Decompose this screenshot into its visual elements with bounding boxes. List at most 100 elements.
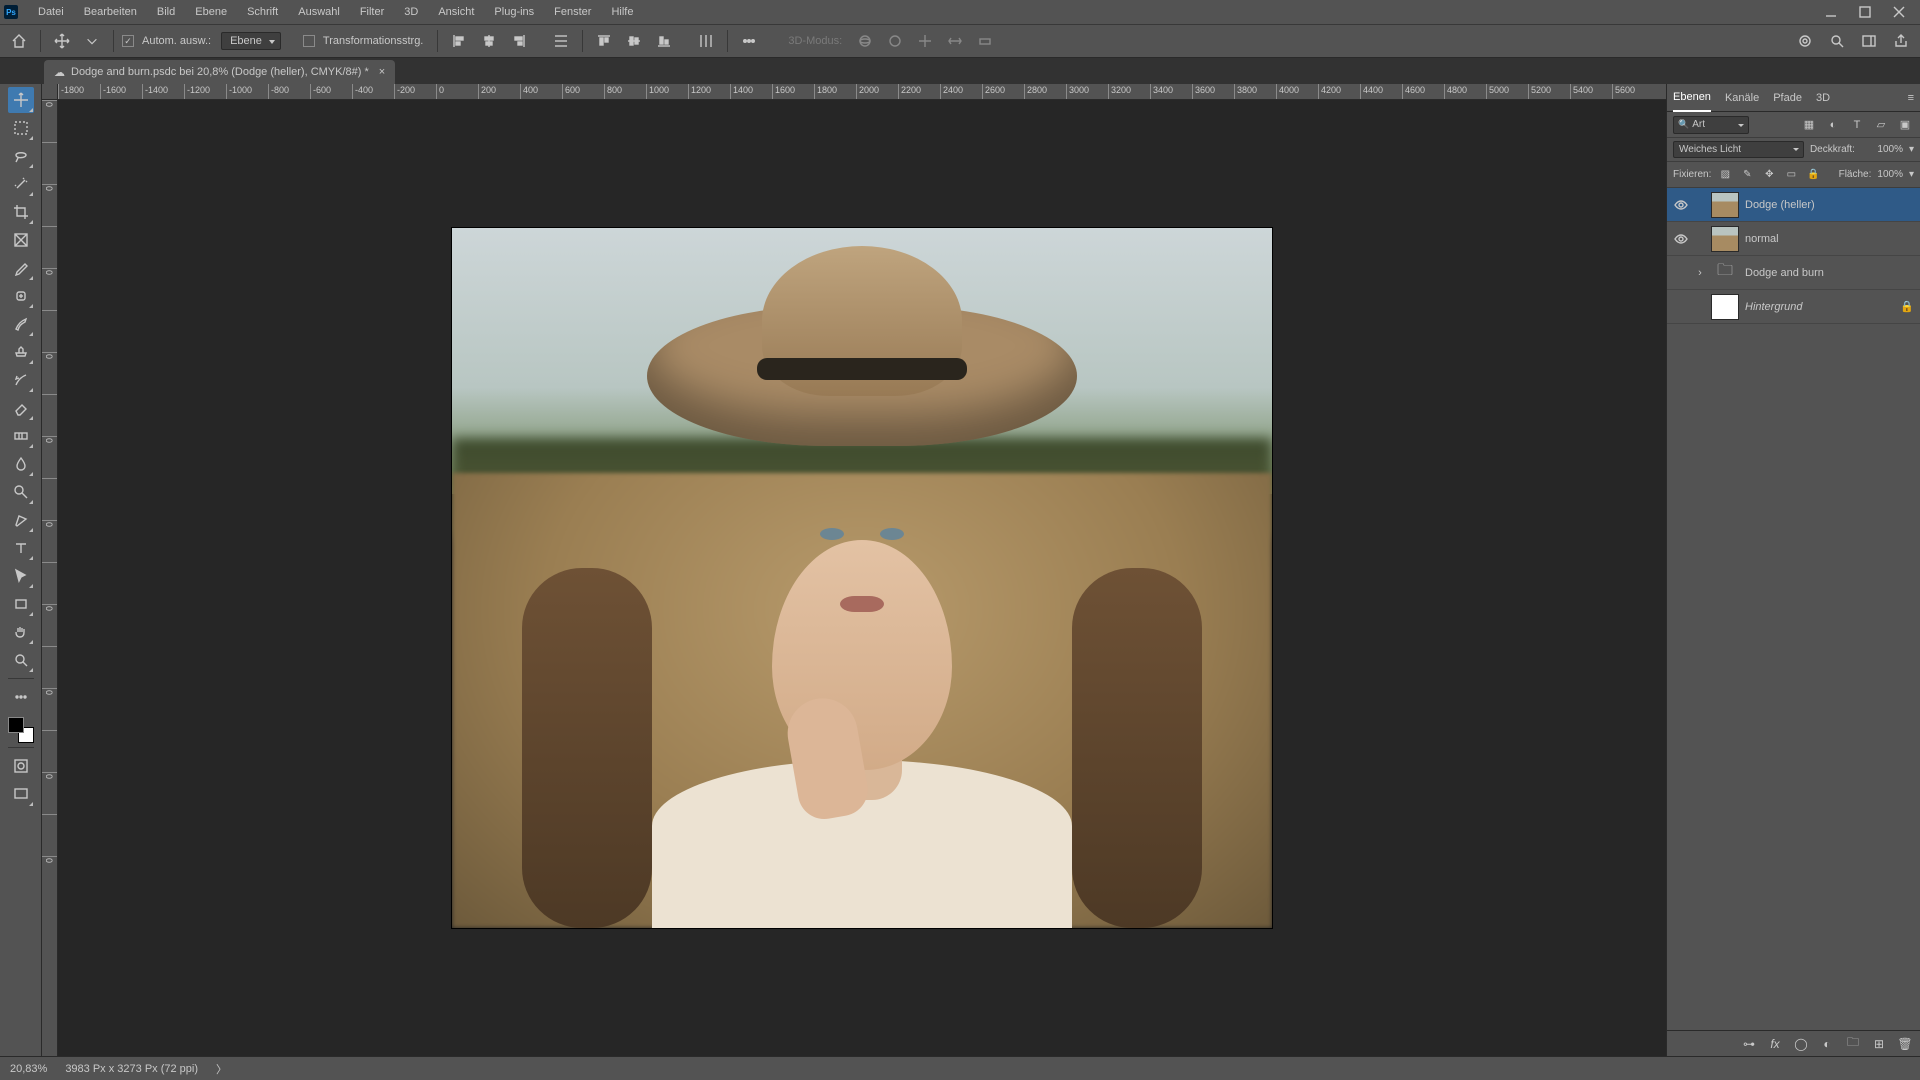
blur-tool[interactable] <box>8 451 34 477</box>
lock-transparency-icon[interactable]: ▨ <box>1717 167 1733 183</box>
lasso-tool[interactable] <box>8 143 34 169</box>
lock-icon[interactable]: 🔒 <box>1900 300 1914 313</box>
opacity-value[interactable]: 100% <box>1861 144 1903 155</box>
layer-name[interactable]: normal <box>1745 233 1914 245</box>
panel-tab-pfade[interactable]: Pfade <box>1773 84 1802 112</box>
minimize-button[interactable] <box>1814 0 1848 24</box>
fill-dropdown-icon[interactable]: ▾ <box>1909 169 1914 180</box>
menu-plug-ins[interactable]: Plug-ins <box>484 0 544 24</box>
filter-smart-icon[interactable]: ▣ <box>1896 116 1914 134</box>
menu-auswahl[interactable]: Auswahl <box>288 0 350 24</box>
rectangle-tool[interactable] <box>8 591 34 617</box>
maximize-button[interactable] <box>1848 0 1882 24</box>
layer-row[interactable]: Hintergrund 🔒 <box>1667 290 1920 324</box>
lock-all-icon[interactable]: 🔒 <box>1805 167 1821 183</box>
align-center-v-icon[interactable] <box>621 28 647 54</box>
history-brush-tool[interactable] <box>8 367 34 393</box>
layer-row[interactable]: ›🗀Dodge and burn <box>1667 256 1920 290</box>
align-right-icon[interactable] <box>506 28 532 54</box>
menu-fenster[interactable]: Fenster <box>544 0 601 24</box>
document-tab[interactable]: ☁ Dodge and burn.psdc bei 20,8% (Dodge (… <box>44 60 395 84</box>
hand-tool[interactable] <box>8 619 34 645</box>
crop-tool[interactable] <box>8 199 34 225</box>
filter-pixel-icon[interactable]: ▦ <box>1800 116 1818 134</box>
move-tool-icon[interactable] <box>49 28 75 54</box>
status-more-icon[interactable]: 〉 <box>216 1061 227 1077</box>
close-tab-icon[interactable]: × <box>379 66 385 78</box>
menu-bild[interactable]: Bild <box>147 0 185 24</box>
filter-adjustment-icon[interactable]: ◐ <box>1824 116 1842 134</box>
auto-select-target-dropdown[interactable]: Ebene <box>221 32 281 50</box>
doc-dimensions[interactable]: 3983 Px x 3273 Px (72 ppi) <box>65 1063 198 1075</box>
group-expand-icon[interactable]: › <box>1695 267 1705 279</box>
zoom-tool[interactable] <box>8 647 34 673</box>
layer-fx-icon[interactable]: fx <box>1766 1035 1784 1053</box>
document-canvas[interactable] <box>58 100 1666 1056</box>
clone-stamp-tool[interactable] <box>8 339 34 365</box>
new-layer-icon[interactable]: ⊞ <box>1870 1035 1888 1053</box>
layer-name[interactable]: Dodge (heller) <box>1745 199 1914 211</box>
gradient-tool[interactable] <box>8 423 34 449</box>
delete-layer-icon[interactable]: 🗑 <box>1896 1035 1914 1053</box>
pen-tool[interactable] <box>8 507 34 533</box>
panel-tab-ebenen[interactable]: Ebenen <box>1673 84 1711 112</box>
share-icon[interactable] <box>1888 28 1914 54</box>
align-left-icon[interactable] <box>446 28 472 54</box>
zoom-level[interactable]: 20,83% <box>10 1063 47 1075</box>
auto-select-checkbox[interactable] <box>122 35 134 47</box>
menu-ebene[interactable]: Ebene <box>185 0 237 24</box>
layer-thumbnail[interactable] <box>1711 192 1739 218</box>
transform-controls-checkbox[interactable] <box>303 35 315 47</box>
menu-ansicht[interactable]: Ansicht <box>428 0 484 24</box>
layer-group-icon[interactable]: 🗀 <box>1844 1035 1862 1053</box>
filter-type-icon[interactable]: T <box>1848 116 1866 134</box>
lock-pixels-icon[interactable]: ✎ <box>1739 167 1755 183</box>
ruler-horizontal[interactable]: -1800-1600-1400-1200-1000-800-600-400-20… <box>58 84 1666 100</box>
foreground-color-swatch[interactable] <box>8 717 24 733</box>
align-bottom-icon[interactable] <box>651 28 677 54</box>
magic-wand-tool[interactable] <box>8 171 34 197</box>
home-button[interactable] <box>6 28 32 54</box>
quick-mask-icon[interactable] <box>8 753 34 779</box>
opacity-dropdown-icon[interactable]: ▾ <box>1909 144 1914 155</box>
close-window-button[interactable] <box>1882 0 1916 24</box>
blend-mode-dropdown[interactable]: Weiches Licht <box>1673 141 1804 158</box>
link-layers-icon[interactable]: ⊶ <box>1740 1035 1758 1053</box>
move-tool[interactable] <box>8 87 34 113</box>
marquee-tool[interactable] <box>8 115 34 141</box>
eyedropper-tool[interactable] <box>8 255 34 281</box>
align-center-h-icon[interactable] <box>476 28 502 54</box>
layer-name[interactable]: Dodge and burn <box>1745 267 1914 279</box>
layer-row[interactable]: normal <box>1667 222 1920 256</box>
layer-row[interactable]: Dodge (heller) <box>1667 188 1920 222</box>
color-swatches[interactable] <box>8 717 34 743</box>
type-tool[interactable] <box>8 535 34 561</box>
panel-menu-icon[interactable]: ≡ <box>1908 92 1914 104</box>
menu-3d[interactable]: 3D <box>394 0 428 24</box>
cloud-docs-icon[interactable] <box>1792 28 1818 54</box>
layer-name[interactable]: Hintergrund <box>1745 301 1894 313</box>
menu-bearbeiten[interactable]: Bearbeiten <box>74 0 147 24</box>
screen-mode-icon[interactable] <box>8 781 34 807</box>
distribute-icon[interactable] <box>548 28 574 54</box>
filter-shape-icon[interactable]: ▱ <box>1872 116 1890 134</box>
edit-toolbar-icon[interactable] <box>8 684 34 710</box>
layer-filter-kind-dropdown[interactable]: Art <box>1673 116 1749 134</box>
adjustment-layer-icon[interactable]: ◐ <box>1818 1035 1836 1053</box>
path-selection-tool[interactable] <box>8 563 34 589</box>
menu-filter[interactable]: Filter <box>350 0 394 24</box>
ruler-origin[interactable] <box>42 84 58 100</box>
eraser-tool[interactable] <box>8 395 34 421</box>
distribute-v-icon[interactable] <box>693 28 719 54</box>
lock-artboard-icon[interactable]: ▭ <box>1783 167 1799 183</box>
menu-schrift[interactable]: Schrift <box>237 0 288 24</box>
layer-visibility-icon[interactable] <box>1673 299 1689 315</box>
layer-mask-icon[interactable]: ◯ <box>1792 1035 1810 1053</box>
layer-thumbnail[interactable] <box>1711 294 1739 320</box>
lock-position-icon[interactable]: ✥ <box>1761 167 1777 183</box>
layer-thumbnail[interactable] <box>1711 226 1739 252</box>
workspace-icon[interactable] <box>1856 28 1882 54</box>
healing-brush-tool[interactable] <box>8 283 34 309</box>
canvas-area[interactable]: -1800-1600-1400-1200-1000-800-600-400-20… <box>42 84 1666 1056</box>
panel-tab-kanäle[interactable]: Kanäle <box>1725 84 1759 112</box>
